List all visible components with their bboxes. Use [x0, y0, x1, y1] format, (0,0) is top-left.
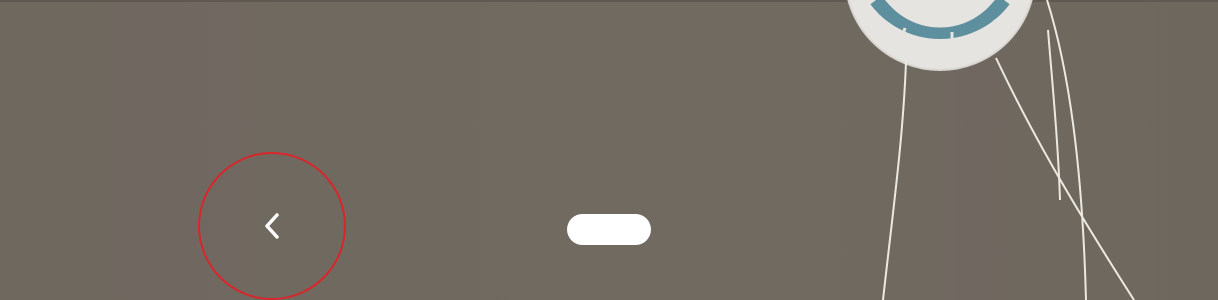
chevron-left-icon: [265, 213, 279, 239]
back-button[interactable]: [198, 152, 346, 300]
home-button[interactable]: [567, 214, 651, 245]
phone-screen: [0, 0, 1218, 300]
navigation-bar: [0, 0, 1218, 300]
